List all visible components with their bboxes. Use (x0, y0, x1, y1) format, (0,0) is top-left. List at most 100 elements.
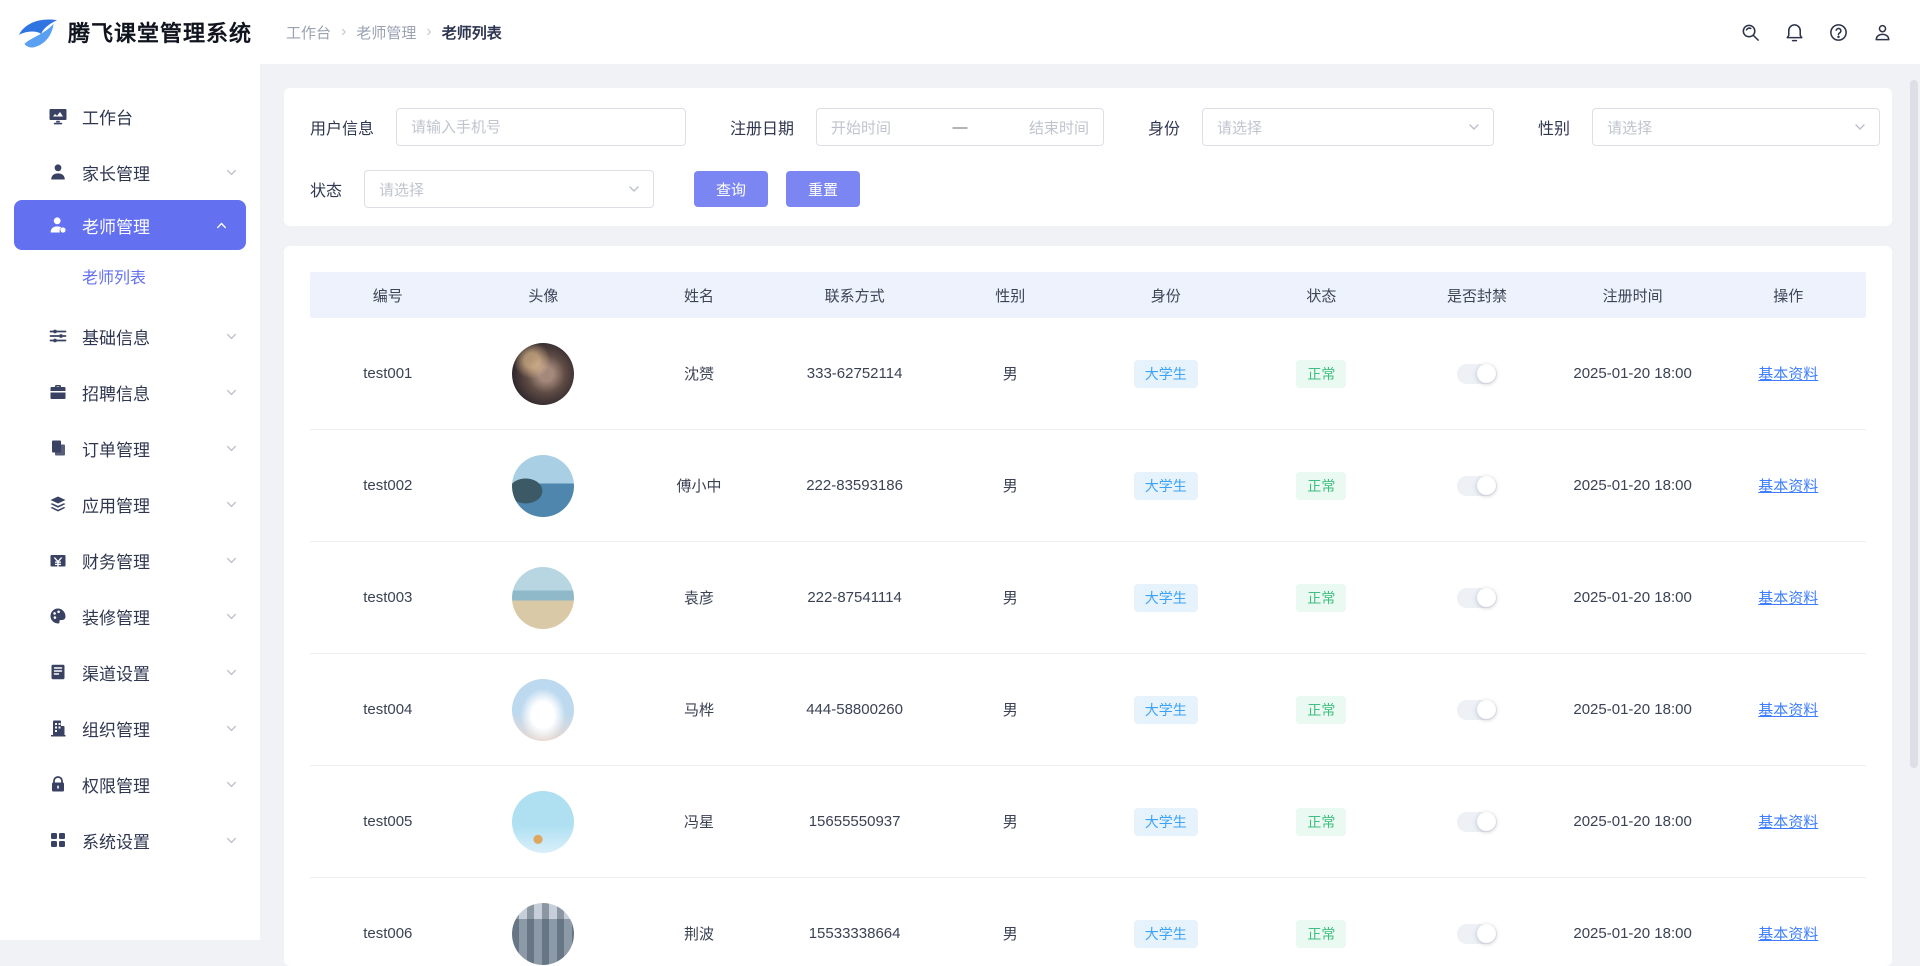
finance-icon (48, 550, 68, 570)
search-icon[interactable] (1738, 20, 1762, 44)
detail-link[interactable]: 基本资料 (1758, 811, 1818, 832)
teacher-icon (48, 215, 68, 235)
search-button[interactable]: 查询 (694, 171, 768, 207)
avatar (512, 343, 574, 405)
sidebar-item-orders[interactable]: 订单管理 (0, 420, 260, 476)
help-icon[interactable] (1826, 20, 1850, 44)
dashboard-icon (48, 106, 68, 126)
top-header: 腾飞课堂管理系统 工作台 › 老师管理 › 老师列表 (0, 0, 1920, 64)
ban-toggle[interactable] (1457, 476, 1497, 496)
end-date-placeholder[interactable]: 结束时间 (1029, 117, 1089, 138)
breadcrumb-item[interactable]: 工作台 (286, 22, 331, 43)
date-range-picker[interactable]: 开始时间 — 结束时间 (816, 108, 1104, 146)
table-row: test004 马桦 444-58800260 男 大学生 正常 2025-01… (310, 654, 1866, 766)
cell-gender: 男 (932, 811, 1088, 832)
status-select[interactable]: 请选择 (364, 170, 654, 208)
sidebar-item-lock[interactable]: 权限管理 (0, 756, 260, 812)
breadcrumb: 工作台 › 老师管理 › 老师列表 (286, 22, 502, 43)
breadcrumb-separator-icon: › (426, 23, 431, 41)
column-header: 是否封禁 (1399, 285, 1555, 306)
chevron-down-icon (225, 386, 238, 399)
sidebar-item-briefcase[interactable]: 招聘信息 (0, 364, 260, 420)
toggle-knob (1477, 588, 1496, 607)
cell-gender: 男 (932, 475, 1088, 496)
orders-icon (48, 438, 68, 458)
sidebar-item-settings[interactable]: 系统设置 (0, 812, 260, 868)
sidebar-item-palette[interactable]: 装修管理 (0, 588, 260, 644)
breadcrumb-item[interactable]: 老师管理 (356, 22, 416, 43)
detail-link[interactable]: 基本资料 (1758, 363, 1818, 384)
scrollbar[interactable] (1910, 80, 1918, 768)
identity-label: 身份 (1148, 115, 1180, 139)
chevron-down-icon (225, 166, 238, 179)
avatar (512, 567, 574, 629)
table-row: test002 傅小中 222-83593186 男 大学生 正常 2025-0… (310, 430, 1866, 542)
table-row: test005 冯星 15655550937 男 大学生 正常 2025-01-… (310, 766, 1866, 878)
status-label: 状态 (310, 177, 342, 201)
column-header: 状态 (1244, 285, 1400, 306)
cell-register-time: 2025-01-20 18:00 (1555, 589, 1711, 606)
ban-toggle[interactable] (1457, 700, 1497, 720)
toggle-knob (1477, 700, 1496, 719)
user-info-label: 用户信息 (310, 115, 374, 139)
sidebar-item-teacher[interactable]: 老师管理 (14, 200, 246, 250)
chevron-down-icon (225, 554, 238, 567)
sidebar-subitem[interactable]: 老师列表 (0, 250, 260, 302)
breadcrumb-separator-icon: › (341, 23, 346, 41)
cell-gender: 男 (932, 587, 1088, 608)
ban-toggle[interactable] (1457, 812, 1497, 832)
detail-link[interactable]: 基本资料 (1758, 587, 1818, 608)
avatar (512, 791, 574, 853)
app-title: 腾飞课堂管理系统 (68, 16, 252, 48)
identity-badge: 大学生 (1134, 472, 1198, 500)
cell-contact: 222-83593186 (777, 477, 933, 494)
ban-toggle[interactable] (1457, 588, 1497, 608)
reset-button[interactable]: 重置 (786, 171, 860, 207)
identity-badge: 大学生 (1134, 360, 1198, 388)
bird-logo-icon (16, 12, 60, 52)
sidebar-item-finance[interactable]: 财务管理 (0, 532, 260, 588)
lock-icon (48, 774, 68, 794)
org-icon (48, 718, 68, 738)
gender-select[interactable]: 请选择 (1592, 108, 1880, 146)
chevron-down-icon (1853, 120, 1867, 134)
cell-teacher-id: test003 (310, 589, 466, 606)
sidebar-item-parent[interactable]: 家长管理 (0, 144, 260, 200)
toggle-knob (1477, 924, 1496, 943)
chevron-down-icon (225, 330, 238, 343)
identity-badge: 大学生 (1134, 584, 1198, 612)
detail-link[interactable]: 基本资料 (1758, 475, 1818, 496)
avatar (512, 903, 574, 965)
user-icon[interactable] (1870, 20, 1894, 44)
start-date-placeholder[interactable]: 开始时间 (831, 117, 891, 138)
chevron-down-icon (1467, 120, 1481, 134)
identity-select[interactable]: 请选择 (1202, 108, 1494, 146)
sidebar-item-channel[interactable]: 渠道设置 (0, 644, 260, 700)
ban-toggle[interactable] (1457, 924, 1497, 944)
bell-icon[interactable] (1782, 20, 1806, 44)
chevron-down-icon (225, 442, 238, 455)
chevron-down-icon (225, 666, 238, 679)
detail-link[interactable]: 基本资料 (1758, 699, 1818, 720)
teacher-table: 编号 头像 姓名 联系方式 性别 身份 状态 是否封禁 注册时间 操作 test… (284, 246, 1892, 966)
chevron-down-icon (225, 722, 238, 735)
table-header-row: 编号 头像 姓名 联系方式 性别 身份 状态 是否封禁 注册时间 操作 (310, 272, 1866, 318)
sidebar-item-layers[interactable]: 应用管理 (0, 476, 260, 532)
table-row: test001 沈赟 333-62752114 男 大学生 正常 2025-01… (310, 318, 1866, 430)
column-header: 身份 (1088, 285, 1244, 306)
breadcrumb-current: 老师列表 (442, 22, 502, 43)
date-separator: — (953, 119, 968, 136)
sidebar-item-dashboard[interactable]: 工作台 (0, 88, 260, 144)
status-badge: 正常 (1296, 696, 1346, 724)
cell-teacher-name: 沈赟 (621, 363, 777, 384)
status-badge: 正常 (1296, 360, 1346, 388)
phone-input[interactable] (396, 108, 686, 146)
toggle-knob (1477, 476, 1496, 495)
sidebar-item-sliders[interactable]: 基础信息 (0, 308, 260, 364)
ban-toggle[interactable] (1457, 364, 1497, 384)
chevron-down-icon (225, 610, 238, 623)
detail-link[interactable]: 基本资料 (1758, 923, 1818, 944)
cell-contact: 15655550937 (777, 813, 933, 830)
sidebar-item-org[interactable]: 组织管理 (0, 700, 260, 756)
cell-teacher-id: test006 (310, 925, 466, 942)
